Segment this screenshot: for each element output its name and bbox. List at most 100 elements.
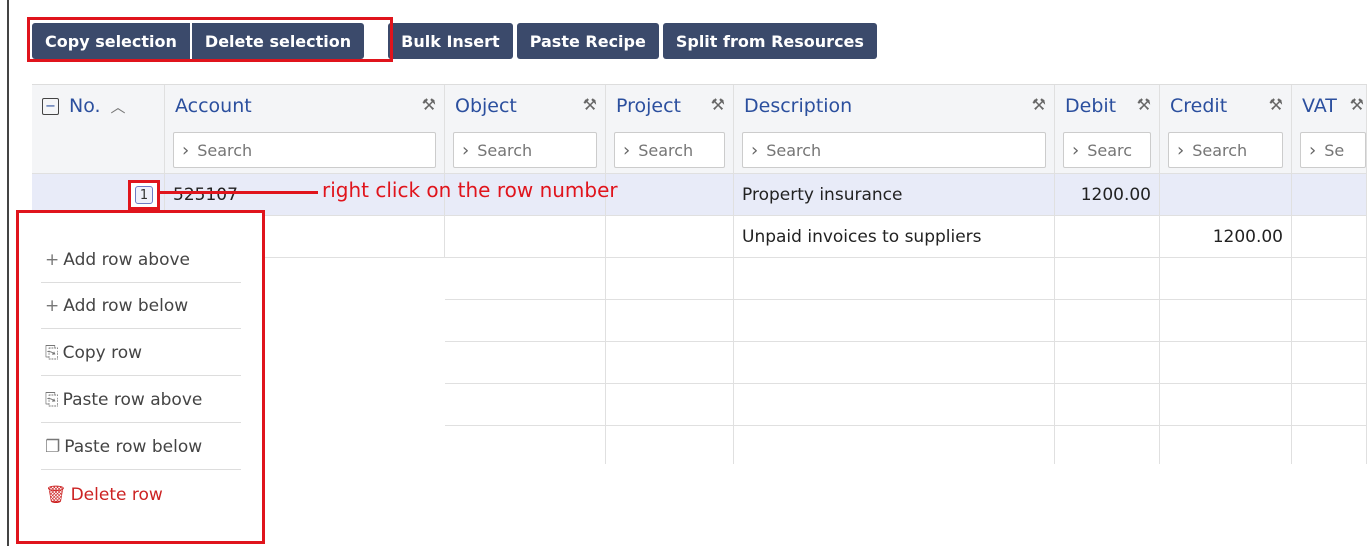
chevron-right-icon[interactable]: › (1169, 140, 1192, 161)
empty-cell[interactable] (445, 384, 606, 426)
collapse-checkbox-icon[interactable]: − (42, 97, 59, 115)
trash-icon: 🗑 (45, 485, 67, 505)
add-row-below-menu-item[interactable]: + Add row below (41, 283, 241, 329)
credit-search-input[interactable] (1192, 140, 1282, 160)
column-header-account[interactable]: Account ⚒ (165, 85, 445, 127)
column-label-project: Project (616, 95, 682, 117)
empty-cell[interactable] (445, 426, 606, 464)
empty-cell[interactable] (445, 258, 606, 300)
search-cell-project: › (606, 127, 734, 174)
column-header-vat[interactable]: VAT ⚒ (1292, 85, 1367, 127)
chevron-right-icon[interactable]: › (743, 140, 766, 161)
wrench-icon[interactable]: ⚒ (1137, 95, 1151, 114)
search-cell-object: › (445, 127, 606, 174)
chevron-right-icon[interactable]: › (615, 140, 638, 161)
search-cell-vat: › (1292, 127, 1367, 174)
chevron-right-icon[interactable]: › (1301, 140, 1324, 161)
description-cell[interactable]: Property insurance (734, 174, 1055, 216)
empty-cell[interactable] (606, 300, 734, 342)
chevron-right-icon[interactable]: › (454, 140, 477, 161)
empty-cell[interactable] (445, 342, 606, 384)
bulk-insert-button[interactable]: Bulk Insert (388, 23, 513, 59)
column-label-debit: Debit (1065, 95, 1117, 117)
empty-cell[interactable] (1160, 258, 1292, 300)
debit-cell[interactable]: 1200.00 (1055, 174, 1160, 216)
empty-cell[interactable] (1055, 384, 1160, 426)
insert-button-group: Bulk Insert Paste Recipe Split from Reso… (388, 23, 877, 59)
wrench-icon[interactable]: ⚒ (711, 95, 725, 114)
plus-icon: + (45, 295, 60, 316)
chevron-right-icon[interactable]: › (1064, 140, 1087, 161)
empty-cell[interactable] (1292, 258, 1367, 300)
menu-item-label: Paste row below (64, 436, 203, 457)
left-border (7, 0, 9, 546)
sort-ascending-icon[interactable]: ︿ (111, 96, 126, 117)
column-header-object[interactable]: Object ⚒ (445, 85, 606, 127)
empty-cell[interactable] (606, 384, 734, 426)
empty-cell[interactable] (1292, 426, 1367, 464)
project-cell[interactable] (606, 216, 734, 258)
row-number-highlight[interactable]: 1 (128, 180, 160, 210)
paste-row-below-menu-item[interactable]: ❐ Paste row below (41, 424, 241, 470)
empty-cell[interactable] (1292, 342, 1367, 384)
empty-cell[interactable] (606, 258, 734, 300)
paste-recipe-button[interactable]: Paste Recipe (516, 23, 659, 59)
row-context-menu: + Add row above + Add row below ⎘ Copy r… (16, 210, 265, 544)
description-search-input[interactable] (766, 140, 1045, 160)
empty-cell[interactable] (445, 300, 606, 342)
column-header-project[interactable]: Project ⚒ (606, 85, 734, 127)
add-row-above-menu-item[interactable]: + Add row above (41, 237, 241, 283)
empty-cell[interactable] (1055, 426, 1160, 464)
wrench-icon[interactable]: ⚒ (422, 95, 436, 114)
empty-cell[interactable] (734, 426, 1055, 464)
empty-cell[interactable] (1055, 300, 1160, 342)
credit-cell[interactable]: 1200.00 (1160, 216, 1292, 258)
search-cell-account: › (165, 127, 445, 174)
empty-cell[interactable] (1292, 300, 1367, 342)
project-cell[interactable] (606, 174, 734, 216)
empty-cell[interactable] (1055, 258, 1160, 300)
empty-cell[interactable] (734, 342, 1055, 384)
vat-search-input[interactable] (1324, 140, 1365, 160)
column-label-no: No. (69, 95, 101, 117)
wrench-icon[interactable]: ⚒ (1350, 95, 1364, 114)
empty-cell[interactable] (1055, 342, 1160, 384)
search-cell-description: › (734, 127, 1055, 174)
vat-cell[interactable] (1292, 216, 1367, 258)
empty-cell[interactable] (1160, 384, 1292, 426)
empty-cell[interactable] (734, 300, 1055, 342)
wrench-icon[interactable]: ⚒ (583, 95, 597, 114)
empty-cell[interactable] (734, 258, 1055, 300)
annotation-text: right click on the row number (322, 178, 618, 202)
copy-row-menu-item[interactable]: ⎘ Copy row (41, 330, 241, 376)
project-search-input[interactable] (638, 140, 724, 160)
object-search-input[interactable] (477, 140, 596, 160)
annotation-pointer-line (160, 191, 318, 194)
debit-search-input[interactable] (1087, 140, 1150, 160)
account-search-input[interactable] (197, 140, 435, 160)
empty-cell[interactable] (606, 342, 734, 384)
row-number-badge[interactable]: 1 (135, 186, 153, 204)
empty-cell[interactable] (1160, 342, 1292, 384)
column-header-no[interactable]: − No. ︿ (32, 85, 165, 127)
column-header-credit[interactable]: Credit ⚒ (1160, 85, 1292, 127)
paste-row-above-menu-item[interactable]: ⎘ Paste row above (41, 377, 241, 423)
vat-cell[interactable] (1292, 174, 1367, 216)
empty-cell[interactable] (1160, 300, 1292, 342)
wrench-icon[interactable]: ⚒ (1032, 95, 1046, 114)
credit-cell[interactable] (1160, 174, 1292, 216)
empty-cell[interactable] (1292, 384, 1367, 426)
debit-cell[interactable] (1055, 216, 1160, 258)
empty-cell[interactable] (606, 426, 734, 464)
description-cell[interactable]: Unpaid invoices to suppliers (734, 216, 1055, 258)
split-from-resources-button[interactable]: Split from Resources (662, 23, 877, 59)
column-header-debit[interactable]: Debit ⚒ (1055, 85, 1160, 127)
delete-row-menu-item[interactable]: 🗑 Delete row (41, 472, 241, 518)
empty-cell[interactable] (734, 384, 1055, 426)
column-header-description[interactable]: Description ⚒ (734, 85, 1055, 127)
wrench-icon[interactable]: ⚒ (1269, 95, 1283, 114)
object-cell[interactable] (445, 216, 606, 258)
empty-cell[interactable] (1160, 426, 1292, 464)
menu-item-label: Add row below (63, 295, 189, 316)
chevron-right-icon[interactable]: › (174, 140, 197, 161)
